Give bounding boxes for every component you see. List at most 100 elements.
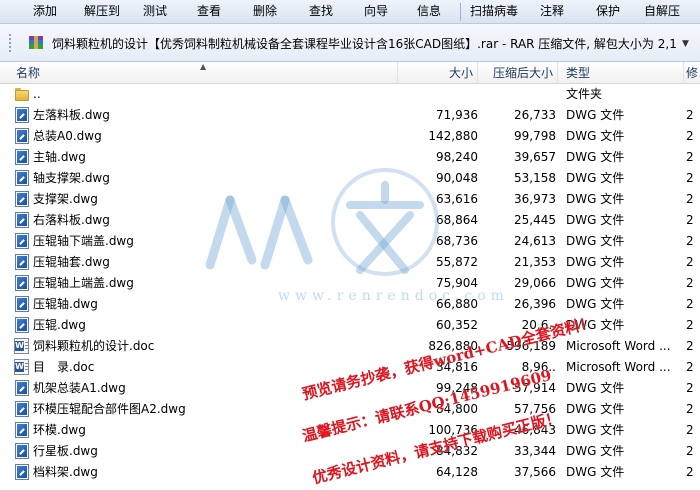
file-modified: 2: [686, 318, 694, 332]
file-packed-size: 24,613: [514, 234, 556, 248]
dwg-file-icon: [14, 254, 30, 271]
file-type: DWG 文件: [566, 129, 625, 143]
dwg-file-icon: [14, 296, 30, 313]
chevron-down-icon[interactable]: ▼: [682, 39, 689, 49]
delete-button[interactable]: 删除: [246, 0, 284, 24]
file-name: 饲料颗粒机的设计.doc: [33, 339, 155, 353]
file-packed-size: 36,973: [514, 192, 556, 206]
file-row[interactable]: 支撑架.dwg 63,616 36,973 DWG 文件 2: [0, 189, 700, 210]
file-type: DWG 文件: [566, 213, 625, 227]
file-modified: 2: [686, 297, 694, 311]
file-row[interactable]: .. 文件夹: [0, 84, 700, 105]
file-modified: 2: [686, 150, 694, 164]
file-type: DWG 文件: [566, 234, 625, 248]
file-modified: 2: [686, 360, 694, 374]
file-name: 压辊轴套.dwg: [33, 255, 110, 269]
file-modified: 2: [686, 381, 694, 395]
dwg-file-icon: [14, 464, 30, 481]
dwg-file-icon: [14, 170, 30, 187]
file-packed-size: 39,657: [514, 150, 556, 164]
file-row[interactable]: 轴支撑架.dwg 90,048 53,158 DWG 文件 2: [0, 168, 700, 189]
file-modified: 2: [686, 339, 694, 353]
file-name: 支撑架.dwg: [33, 192, 98, 206]
dwg-file-icon: [14, 191, 30, 208]
file-type: 文件夹: [566, 87, 603, 101]
file-name: 左落料板.dwg: [33, 108, 110, 122]
toolbar-separator: [460, 3, 461, 21]
file-modified: 2: [686, 465, 694, 479]
file-modified: 2: [686, 108, 694, 122]
wizard-button[interactable]: 向导: [356, 0, 396, 24]
address-bar: 饲料颗粒机的设计【优秀饲料制粒机械设备全套课程毕业设计含16张CAD图纸】.ra…: [0, 24, 700, 62]
dwg-file-icon: [14, 128, 30, 145]
dwg-file-icon: [14, 149, 30, 166]
file-packed-size: 21,353: [514, 255, 556, 269]
dwg-file-icon: [14, 233, 30, 250]
word-doc-icon: W: [14, 338, 30, 355]
column-packed[interactable]: 压缩后大小: [478, 62, 558, 84]
file-size: 90,048: [436, 171, 478, 185]
toolbar: 添加 解压到 测试 查看 删除 查找 向导 信息 扫描病毒 注释 保护 自解压: [0, 0, 700, 24]
file-name: 压辊.dwg: [33, 318, 86, 332]
file-type: DWG 文件: [566, 276, 625, 290]
column-type[interactable]: 类型: [558, 62, 684, 84]
dwg-file-icon: [14, 107, 30, 124]
file-modified: 2: [686, 423, 694, 437]
folder-icon: [14, 86, 30, 103]
view-button[interactable]: 查看: [190, 0, 228, 24]
file-name: 压辊轴下端盖.dwg: [33, 234, 134, 248]
file-type: Microsoft Word ...: [566, 339, 671, 353]
file-name: 轴支撑架.dwg: [33, 171, 110, 185]
find-button[interactable]: 查找: [302, 0, 340, 24]
file-row[interactable]: 主轴.dwg 98,240 39,657 DWG 文件 2: [0, 147, 700, 168]
file-modified: 2: [686, 255, 694, 269]
archive-path[interactable]: 饲料颗粒机的设计【优秀饲料制粒机械设备全套课程毕业设计含16张CAD图纸】.ra…: [52, 35, 682, 53]
test-button[interactable]: 测试: [136, 0, 174, 24]
file-modified: [686, 84, 700, 105]
add-button[interactable]: 添加: [22, 0, 68, 24]
file-row[interactable]: 左落料板.dwg 71,936 26,733 DWG 文件 2: [0, 105, 700, 126]
file-modified: 2: [686, 213, 694, 227]
column-modified[interactable]: 修: [684, 62, 700, 84]
grip-icon: [4, 32, 18, 54]
file-name: 右落料板.dwg: [33, 213, 110, 227]
file-row[interactable]: 总装A0.dwg 142,880 99,798 DWG 文件 2: [0, 126, 700, 147]
scan-virus-button[interactable]: 扫描病毒: [466, 0, 522, 24]
watermark-url: www.renrendoc.com: [278, 288, 509, 304]
file-packed-size: 25,445: [514, 213, 556, 227]
file-packed-size: 99,798: [514, 129, 556, 143]
rar-archive-icon: [29, 36, 43, 49]
column-size[interactable]: 大小: [398, 62, 478, 84]
extract-to-button[interactable]: 解压到: [78, 0, 126, 24]
file-modified: 2: [686, 276, 694, 290]
sfx-button[interactable]: 自解压: [636, 0, 688, 24]
column-name[interactable]: 名称: [0, 62, 398, 84]
file-size: 68,864: [436, 213, 478, 227]
file-modified: 2: [686, 444, 694, 458]
file-packed-size: 53,158: [514, 171, 556, 185]
file-type: DWG 文件: [566, 381, 625, 395]
protect-button[interactable]: 保护: [588, 0, 628, 24]
file-row[interactable]: W 饲料颗粒机的设计.doc 826,880 596,189 Microsoft Wor…: [0, 336, 700, 357]
file-name: 主轴.dwg: [33, 150, 86, 164]
file-packed-size: [480, 84, 556, 105]
comment-button[interactable]: 注释: [532, 0, 572, 24]
file-packed-size: 26,733: [514, 108, 556, 122]
dwg-file-icon: [14, 401, 30, 418]
file-row[interactable]: 右落料板.dwg 68,864 25,445 DWG 文件 2: [0, 210, 700, 231]
file-row[interactable]: 压辊轴套.dwg 55,872 21,353 DWG 文件 2: [0, 252, 700, 273]
file-modified: 2: [686, 192, 694, 206]
file-size: [400, 84, 478, 105]
dwg-file-icon: [14, 422, 30, 439]
info-button[interactable]: 信息: [410, 0, 448, 24]
file-type: DWG 文件: [566, 423, 625, 437]
file-size: 142,880: [428, 129, 478, 143]
file-size: 71,936: [436, 108, 478, 122]
file-size: 55,872: [436, 255, 478, 269]
file-packed-size: 37,566: [514, 465, 556, 479]
sort-up-icon: ▲: [200, 62, 207, 71]
file-type: DWG 文件: [566, 402, 625, 416]
file-row[interactable]: 压辊轴下端盖.dwg 68,736 24,613 DWG 文件 2: [0, 231, 700, 252]
file-type: DWG 文件: [566, 297, 625, 311]
dwg-file-icon: [14, 380, 30, 397]
